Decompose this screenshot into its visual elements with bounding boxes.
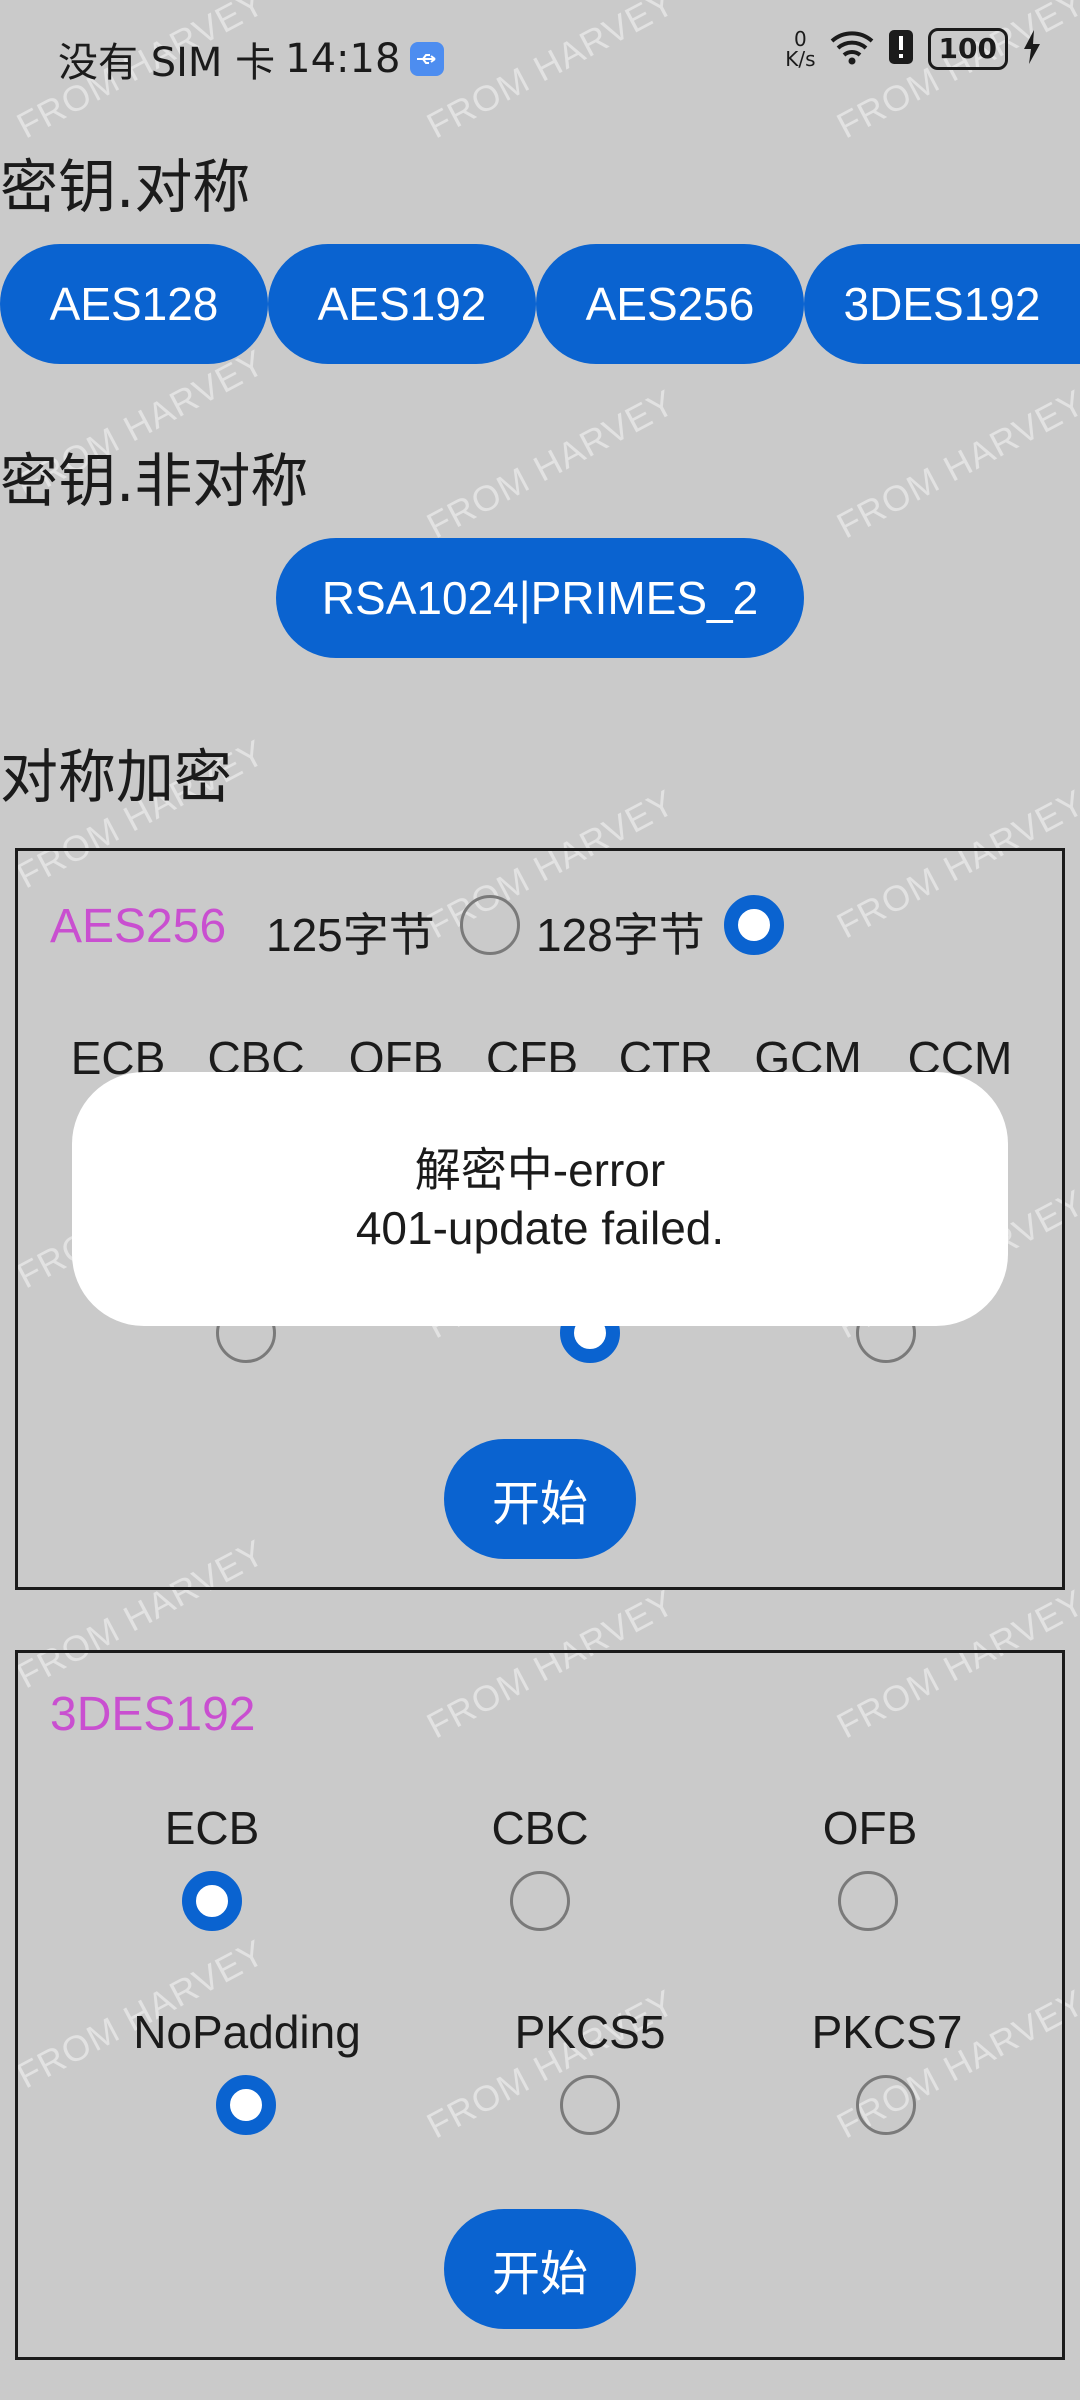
watermark-text: FROM HARVEY (420, 381, 682, 547)
net-speed-unit: K/s (785, 47, 816, 71)
alert-icon (888, 29, 914, 69)
des-padding-nopadding-radio[interactable] (216, 2075, 276, 2135)
des-start-button[interactable]: 开始 (444, 2209, 636, 2329)
size-125-label: 125字节 (266, 909, 435, 961)
net-speed: 0 K/s (785, 29, 815, 69)
watermark-text: FROM HARVEY (420, 0, 682, 147)
status-bar-right: 0 K/s 100 (785, 28, 1042, 70)
des-padding-pkcs7-radio[interactable] (856, 2075, 916, 2135)
des-padding-pkcs7-label: PKCS7 (811, 2006, 963, 2058)
error-toast: 解密中-error 401-update failed. (72, 1072, 1008, 1326)
des-padding-pkcs5-label: PKCS5 (514, 2006, 666, 2058)
des-mode-cbc-radio[interactable] (510, 1871, 570, 1931)
asymmetric-keys-title: 密钥.非对称 (0, 447, 309, 515)
des-padding-pkcs5-radio[interactable] (560, 2075, 620, 2135)
des-card-title: 3DES192 (50, 1688, 256, 1741)
battery-icon: 100 (927, 28, 1008, 70)
net-speed-value: 0 (794, 27, 807, 51)
toast-line-2: 401-update failed. (355, 1202, 725, 1254)
symmetric-keys-title: 密钥.对称 (0, 153, 251, 221)
watermark-text: FROM HARVEY (830, 381, 1080, 547)
aes128-button[interactable]: AES128 (0, 244, 268, 364)
des-mode-ecb-radio[interactable] (182, 1871, 242, 1931)
symmetric-encryption-title: 对称加密 (0, 743, 233, 811)
des-mode-ofb-label: OFB (822, 1802, 918, 1854)
carrier-text: 没有 SIM 卡 (58, 40, 276, 86)
aes256-button[interactable]: AES256 (536, 244, 804, 364)
aes192-button[interactable]: AES192 (268, 244, 536, 364)
size-128-label: 128字节 (536, 909, 705, 961)
des-mode-cbc-label: CBC (491, 1802, 589, 1854)
clock-text: 14:18 (285, 36, 401, 82)
des-padding-nopadding-label: NoPadding (133, 2006, 361, 2058)
usb-icon (410, 42, 445, 76)
toast-line-1: 解密中-error (414, 1144, 666, 1196)
watermark-text: FROM HARVEY (830, 0, 1080, 147)
charging-icon (1022, 29, 1042, 69)
3des192-button[interactable]: 3DES192 (804, 244, 1080, 364)
des-mode-ecb-label: ECB (164, 1802, 260, 1854)
rsa1024-button[interactable]: RSA1024|PRIMES_2 (276, 538, 804, 658)
status-bar-left: 没有 SIM 卡 14:18 (58, 30, 445, 88)
aes-start-button[interactable]: 开始 (444, 1439, 636, 1559)
size-128-radio[interactable] (724, 895, 784, 955)
size-125-radio[interactable] (460, 895, 520, 955)
des-mode-ofb-radio[interactable] (838, 1871, 898, 1931)
des-card: 3DES192 ECB CBC OFB NoPadding PKCS5 PKCS… (15, 1650, 1065, 2360)
aes-card-title: AES256 (50, 900, 227, 953)
wifi-icon (830, 29, 874, 69)
